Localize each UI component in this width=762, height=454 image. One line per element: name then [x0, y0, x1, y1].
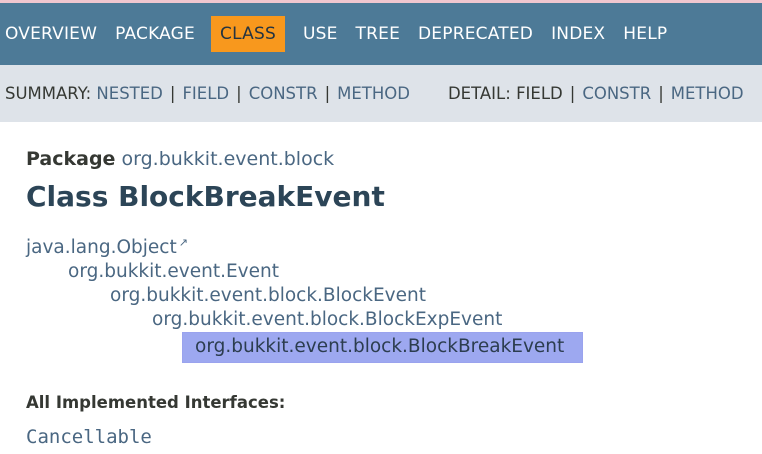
superclass-blockexpevent-link[interactable]: org.bukkit.event.block.BlockExpEvent — [152, 309, 502, 330]
nav-use[interactable]: USE — [303, 24, 338, 44]
detail-method-link[interactable]: METHOD — [671, 84, 744, 103]
nav-index[interactable]: INDEX — [551, 24, 605, 44]
separator: | — [169, 84, 176, 103]
summary-field-link[interactable]: FIELD — [182, 84, 229, 103]
interfaces-list: Cancellable — [26, 426, 762, 448]
nav-help[interactable]: HELP — [623, 24, 667, 44]
tree-row: org.bukkit.event.block.BlockEvent — [26, 284, 762, 308]
summary-constr-link[interactable]: CONSTR — [249, 84, 318, 103]
nav-overview[interactable]: OVERVIEW — [5, 24, 97, 44]
current-class-highlight: org.bukkit.event.block.BlockBreakEvent — [182, 332, 584, 364]
superclass-object-link[interactable]: java.lang.Object — [26, 237, 177, 258]
separator: | — [569, 84, 576, 103]
summary-links: SUMMARY: NESTED | FIELD | CONSTR | METHO… — [5, 84, 410, 103]
separator: | — [324, 84, 331, 103]
superclass-blockevent-link[interactable]: org.bukkit.event.block.BlockEvent — [110, 285, 426, 306]
tree-row: java.lang.Object ↗ — [26, 231, 762, 260]
detail-constr-link[interactable]: CONSTR — [582, 84, 651, 103]
external-link-icon: ↗ — [178, 236, 188, 249]
tree-row: org.bukkit.event.block.BlockBreakEvent — [26, 332, 762, 364]
inheritance-tree: java.lang.Object ↗ org.bukkit.event.Event… — [26, 231, 762, 364]
package-label: Package — [26, 148, 116, 170]
tree-row: org.bukkit.event.block.BlockExpEvent — [26, 308, 762, 332]
page-title: Class BlockBreakEvent — [26, 180, 385, 213]
summary-label: SUMMARY: — [5, 84, 92, 103]
sub-nav-bar: SUMMARY: NESTED | FIELD | CONSTR | METHO… — [0, 65, 762, 122]
detail-field-text: FIELD — [516, 84, 563, 103]
interfaces-label: All Implemented Interfaces: — [26, 393, 286, 413]
separator: | — [236, 84, 242, 103]
summary-nested-link[interactable]: NESTED — [96, 84, 162, 103]
detail-label: DETAIL: — [447, 84, 511, 103]
detail-links: DETAIL: FIELD | CONSTR | METHOD — [448, 84, 744, 103]
interface-cancellable-link[interactable]: Cancellable — [26, 426, 152, 448]
nav-package[interactable]: PACKAGE — [115, 24, 195, 44]
package-line: Package org.bukkit.event.block — [26, 148, 762, 170]
separator: | — [658, 84, 664, 103]
main-content: Package org.bukkit.event.block Class Blo… — [0, 148, 762, 448]
nav-deprecated[interactable]: DEPRECATED — [418, 24, 533, 44]
top-nav-bar: OVERVIEW PACKAGE CLASS USE TREE DEPRECAT… — [0, 3, 762, 65]
package-link[interactable]: org.bukkit.event.block — [122, 148, 335, 170]
superclass-event-link[interactable]: org.bukkit.event.Event — [68, 261, 279, 282]
summary-method-link[interactable]: METHOD — [337, 84, 410, 103]
nav-class[interactable]: CLASS — [211, 16, 285, 52]
nav-tree[interactable]: TREE — [356, 24, 400, 44]
tree-row: org.bukkit.event.Event — [26, 260, 762, 284]
